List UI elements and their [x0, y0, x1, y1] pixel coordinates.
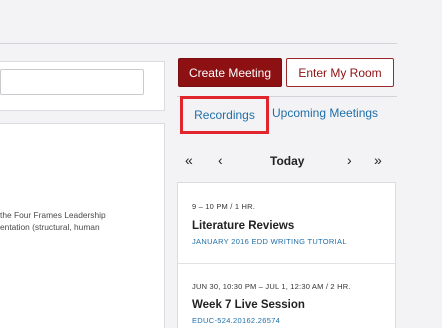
enter-my-room-button[interactable]: Enter My Room	[286, 58, 394, 87]
double-chevron-left-icon[interactable]: «	[185, 152, 193, 168]
description-line: entation (structural, human	[0, 222, 100, 232]
event-subtitle[interactable]: EDUC-524.20162.26574	[192, 316, 280, 325]
search-input[interactable]	[0, 69, 144, 95]
event-title[interactable]: Literature Reviews	[192, 220, 294, 232]
event-time: 9 – 10 PM / 1 HR.	[192, 202, 256, 211]
today-button[interactable]: Today	[270, 154, 304, 168]
event-subtitle[interactable]: JANUARY 2016 EDD WRITING TUTORIAL	[192, 237, 347, 246]
event-time: JUN 30, 10:30 PM – JUL 1, 12:30 AM / 2 H…	[192, 282, 351, 291]
event-title[interactable]: Week 7 Live Session	[192, 299, 305, 311]
chevron-right-icon[interactable]: ›	[347, 152, 352, 168]
events-list: 9 – 10 PM / 1 HR. Literature Reviews JAN…	[177, 182, 396, 328]
double-chevron-right-icon[interactable]: »	[374, 152, 382, 168]
description-line: the Four Frames Leadership	[0, 210, 106, 220]
tab-recordings[interactable]: Recordings	[180, 96, 269, 134]
description-text: the Four Frames Leadership entation (str…	[0, 209, 165, 233]
tab-upcoming-meetings[interactable]: Upcoming Meetings	[272, 106, 378, 120]
page: the Four Frames Leadership entation (str…	[0, 0, 442, 328]
chevron-left-icon[interactable]: ‹	[218, 152, 223, 168]
create-meeting-button[interactable]: Create Meeting	[178, 58, 282, 87]
event-divider	[178, 263, 395, 264]
top-divider	[0, 43, 397, 44]
